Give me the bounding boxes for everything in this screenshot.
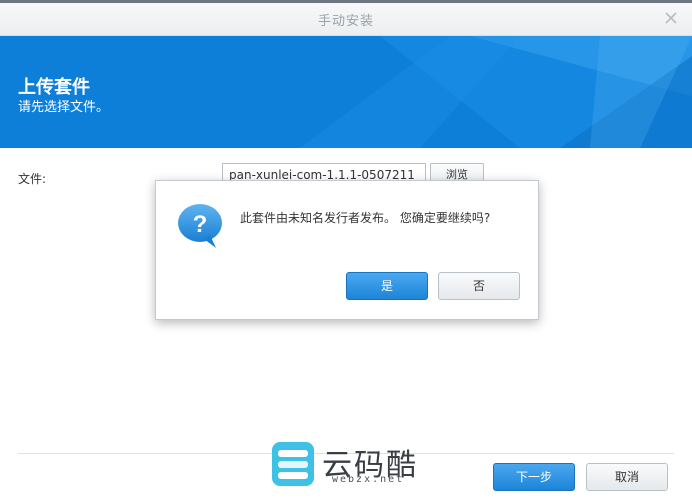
cancel-button[interactable]: 取消: [586, 463, 668, 491]
file-label: 文件:: [18, 172, 47, 186]
next-button[interactable]: 下一步: [493, 463, 575, 491]
close-icon[interactable]: [662, 9, 680, 27]
yes-button[interactable]: 是: [346, 272, 428, 300]
watermark-url: webzx.net: [332, 474, 405, 485]
banner-subtitle: 请先选择文件。: [18, 100, 110, 115]
question-bubble-icon: ?: [178, 204, 222, 248]
watermark: 云码酷 webzx.net: [268, 438, 428, 490]
header-banner: 上传套件 请先选择文件。: [0, 36, 692, 148]
window-title: 手动安装: [317, 14, 374, 29]
window-titlebar: 手动安装: [0, 0, 692, 36]
confirm-dialog: ? 此套件由未知名发行者发布。 您确定要继续吗? 是 否: [155, 180, 539, 320]
dialog-message: 此套件由未知名发行者发布。 您确定要继续吗?: [240, 211, 491, 225]
svg-text:?: ?: [193, 211, 208, 238]
no-button[interactable]: 否: [438, 272, 520, 300]
watermark-logo-icon: [272, 442, 314, 486]
banner-decoration: [300, 36, 692, 148]
